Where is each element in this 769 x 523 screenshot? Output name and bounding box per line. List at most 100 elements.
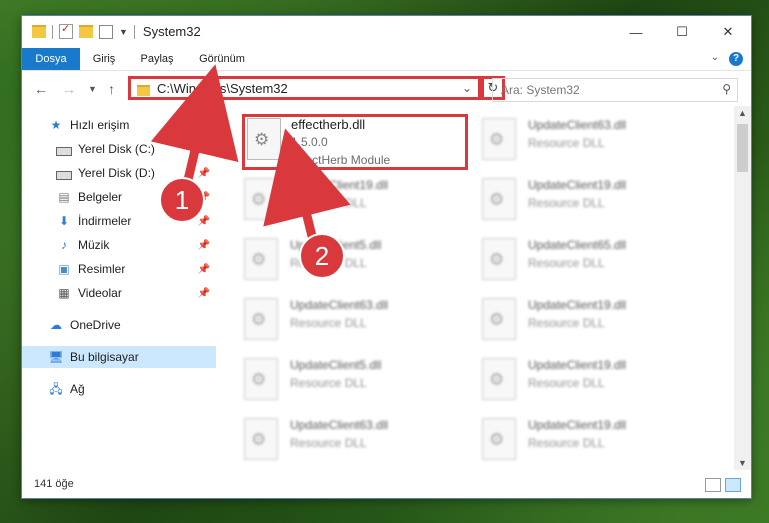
tab-home[interactable]: Giriş (86, 48, 122, 70)
recent-locations-icon[interactable]: ▼ (88, 84, 97, 94)
file-description: Resource DLL (290, 376, 367, 390)
cloud-icon: ☁ (50, 318, 62, 332)
video-icon: ▦ (58, 286, 70, 300)
file-tile[interactable]: UpdateClient63.dll Resource DLL (480, 116, 706, 172)
tab-share[interactable]: Paylaş (136, 48, 178, 70)
sidebar-item-music[interactable]: ♪ Müzik 📌 (22, 234, 216, 256)
file-description: Resource DLL (528, 376, 605, 390)
sidebar-item-label: Belgeler (78, 190, 123, 204)
up-icon[interactable]: ↑ (108, 81, 115, 97)
window-controls: — ☐ ✕ (613, 16, 751, 48)
quick-access-toolbar: ▼ System32 (32, 22, 201, 39)
title-bar: ▼ System32 — ☐ ✕ (22, 16, 751, 48)
sidebar-item-onedrive[interactable]: ☁ OneDrive (22, 314, 216, 336)
sidebar-item-downloads[interactable]: ⬇ İndirmeler 📌 (22, 210, 216, 232)
pin-icon[interactable]: 📌 (198, 216, 210, 227)
dll-file-icon (244, 238, 278, 280)
scroll-down-icon[interactable]: ▼ (734, 458, 751, 468)
ribbon-tabs: Dosya Giriş Paylaş Görünüm ⌄ ? (22, 48, 751, 71)
file-name: UpdateClient63.dll (528, 118, 627, 132)
file-name: UpdateClient5.dll (290, 358, 382, 372)
file-description: Resource DLL (528, 196, 605, 210)
file-tile[interactable]: UpdateClient19.dll Resource DLL (480, 176, 706, 232)
search-box[interactable]: Ara: System32 ⚲ (492, 78, 738, 102)
pin-icon[interactable]: 📌 (198, 264, 210, 275)
scroll-thumb[interactable] (737, 124, 748, 172)
file-list: effectherb.dll 1.5.0.0 EffectHerb Module… (242, 114, 732, 464)
file-name: UpdateClient19.dll (528, 358, 627, 372)
file-name: UpdateClient19.dll (528, 178, 627, 192)
tab-file[interactable]: Dosya (22, 48, 80, 70)
file-tile[interactable]: UpdateClient63.dll Resource DLL (242, 416, 468, 464)
separator (52, 24, 53, 39)
address-path: C:\Windows\System32 (157, 81, 288, 96)
customize-toolbar-icon[interactable] (99, 24, 113, 39)
sidebar-item-network[interactable]: 🖧 Ağ (22, 378, 216, 400)
chevron-down-icon[interactable]: ▼ (119, 27, 128, 37)
dll-file-icon (247, 118, 281, 160)
new-folder-icon[interactable] (79, 25, 93, 38)
folder-icon (137, 85, 150, 96)
sidebar-item-label: İndirmeler (78, 214, 132, 228)
file-tile[interactable]: UpdateClient65.dll Resource DLL (480, 236, 706, 292)
sidebar-item-this-pc[interactable]: 🖥 Bu bilgisayar (22, 346, 216, 368)
expand-ribbon-icon[interactable]: ⌄ (711, 52, 719, 63)
scroll-up-icon[interactable]: ▲ (734, 108, 751, 118)
properties-icon[interactable] (59, 22, 73, 39)
search-icon: ⚲ (722, 82, 731, 96)
help-icon[interactable]: ? (729, 52, 743, 66)
file-tile[interactable]: UpdateClient19.dll Resource DLL (480, 296, 706, 352)
sidebar-item-disk-c[interactable]: Yerel Disk (C:) 📌 (22, 138, 216, 160)
tab-view[interactable]: Görünüm (194, 48, 250, 70)
maximize-button[interactable]: ☐ (659, 16, 705, 48)
dll-file-icon (482, 418, 516, 460)
navigation-pane: ★ Hızlı erişim Yerel Disk (C:) 📌 Yerel D… (22, 114, 216, 464)
file-tile[interactable]: UpdateClient5.dll Resource DLL (242, 236, 468, 292)
file-name: UpdateClient19.dll (528, 298, 627, 312)
pin-icon[interactable]: 📌 (198, 144, 210, 155)
sidebar-item-quick-access[interactable]: ★ Hızlı erişim (22, 114, 216, 136)
sidebar-item-label: Videolar (78, 286, 122, 300)
drive-icon (56, 170, 72, 180)
tiles-view-icon[interactable] (725, 478, 741, 492)
sidebar-item-label: Resimler (78, 262, 126, 276)
chevron-down-icon[interactable]: ⌄ (462, 81, 472, 95)
dll-file-icon (482, 358, 516, 400)
pin-icon[interactable]: 📌 (198, 288, 210, 299)
address-bar[interactable]: C:\Windows\System32 ⌄ (128, 76, 481, 100)
separator (133, 24, 135, 39)
forward-icon[interactable]: → (62, 81, 76, 97)
pin-icon[interactable]: 📌 (198, 240, 210, 251)
file-tile[interactable]: UpdateClient63.dll Resource DLL (242, 296, 468, 352)
file-description: Resource DLL (528, 256, 605, 270)
minimize-button[interactable]: — (613, 16, 659, 48)
close-button[interactable]: ✕ (705, 16, 751, 48)
pin-icon[interactable]: 📌 (198, 192, 210, 203)
file-name: UpdateClient19.dll (528, 418, 627, 432)
file-name: UpdateClient5.dll (290, 238, 382, 252)
picture-icon: ▣ (58, 262, 70, 276)
vertical-scrollbar[interactable]: ▲ ▼ (734, 106, 751, 470)
details-view-icon[interactable] (705, 478, 721, 492)
file-description: Resource DLL (290, 436, 367, 450)
file-tile[interactable]: UpdateClient19.dll Resource DLL (242, 176, 468, 232)
back-icon[interactable]: ← (34, 81, 48, 97)
sidebar-item-pictures[interactable]: ▣ Resimler 📌 (22, 258, 216, 280)
sidebar-item-disk-d[interactable]: Yerel Disk (D:) 📌 (22, 162, 216, 184)
file-version: 1.5.0.0 (291, 135, 328, 149)
sidebar-item-label: OneDrive (70, 318, 121, 332)
pin-icon[interactable]: 📌 (198, 168, 210, 179)
file-tile[interactable]: UpdateClient19.dll Resource DLL (480, 356, 706, 412)
sidebar-item-videos[interactable]: ▦ Videolar 📌 (22, 282, 216, 304)
file-tile[interactable]: UpdateClient5.dll Resource DLL (242, 356, 468, 412)
sidebar-item-documents[interactable]: ▤ Belgeler 📌 (22, 186, 216, 208)
file-effectherb-dll[interactable]: effectherb.dll 1.5.0.0 EffectHerb Module (242, 114, 468, 170)
file-name: UpdateClient65.dll (528, 238, 627, 252)
status-bar: 141 öğe (22, 472, 751, 498)
file-name: effectherb.dll (291, 117, 366, 132)
file-tile[interactable]: UpdateClient19.dll Resource DLL (480, 416, 706, 464)
explorer-window: ▼ System32 — ☐ ✕ Dosya Giriş Paylaş Görü… (22, 16, 751, 498)
search-input[interactable]: Ara: System32 (501, 83, 580, 97)
sidebar-item-label: Yerel Disk (C:) (78, 142, 155, 156)
file-description: Resource DLL (290, 196, 367, 210)
